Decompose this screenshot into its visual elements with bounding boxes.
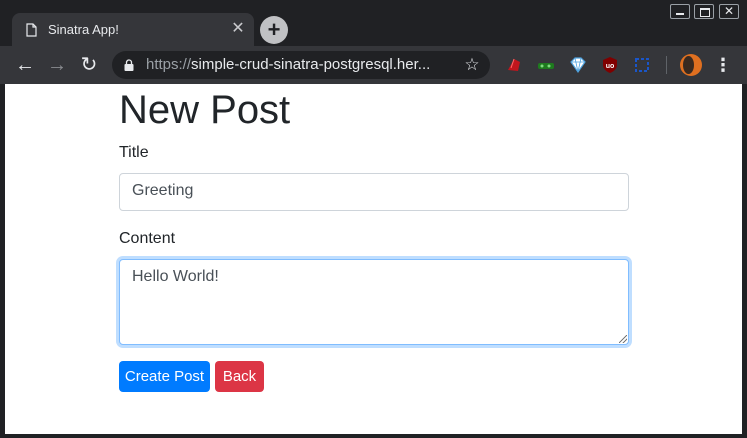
url-text: https://simple-crud-sinatra-postgresql.h… <box>146 56 444 73</box>
create-post-button[interactable]: Create Post <box>119 361 210 392</box>
content-label: Content <box>119 230 176 247</box>
more-menu-icon[interactable]: ⋮ <box>714 54 732 76</box>
toolbar-separator <box>666 56 667 74</box>
browser-toolbar: ← → ↻ https://simple-crud-sinatra-postgr… <box>0 46 747 84</box>
url-scheme: https:// <box>146 56 192 73</box>
profile-avatar[interactable] <box>680 54 702 76</box>
tab-sinatra-app[interactable]: Sinatra App! ✕ <box>12 13 254 46</box>
maximize-button[interactable] <box>694 4 714 19</box>
close-window-button[interactable]: ✕ <box>719 4 739 19</box>
reload-icon[interactable]: ↻ <box>78 54 100 76</box>
content-textarea[interactable]: Hello World! <box>119 259 629 345</box>
minimize-button[interactable] <box>670 4 690 19</box>
blue-square-extension-icon[interactable] <box>633 56 651 74</box>
lock-icon <box>124 59 134 71</box>
green-extension-icon[interactable] <box>537 56 555 74</box>
page-icon <box>26 23 37 37</box>
ublock-icon[interactable]: uo <box>601 56 619 74</box>
browser-window: Sinatra App! ✕ + ✕ ← → ↻ https://simple-… <box>0 0 747 438</box>
tab-strip: Sinatra App! ✕ + ✕ <box>0 0 747 46</box>
bookmark-star-icon[interactable]: ☆ <box>462 54 482 74</box>
resize-handle-icon[interactable] <box>619 335 627 343</box>
url-host: simple-crud-sinatra-postgresql.her... <box>191 56 431 73</box>
close-tab-icon[interactable]: ✕ <box>229 20 247 38</box>
tab-title: Sinatra App! <box>48 22 119 37</box>
title-label: Title <box>119 144 149 161</box>
diamond-extension-icon[interactable] <box>569 56 587 74</box>
page-viewport: New Post Title Greeting Content Hello Wo… <box>5 84 742 434</box>
forward-arrow-icon[interactable]: → <box>46 54 68 76</box>
back-button[interactable]: Back <box>215 361 264 392</box>
address-bar[interactable]: https://simple-crud-sinatra-postgresql.h… <box>112 51 490 79</box>
svg-text:uo: uo <box>606 63 615 70</box>
page-title: New Post <box>119 88 291 132</box>
new-tab-button[interactable]: + <box>260 16 288 44</box>
ruby-extension-icon[interactable] <box>505 56 523 74</box>
title-input[interactable]: Greeting <box>119 173 629 211</box>
back-arrow-icon[interactable]: ← <box>14 54 36 76</box>
